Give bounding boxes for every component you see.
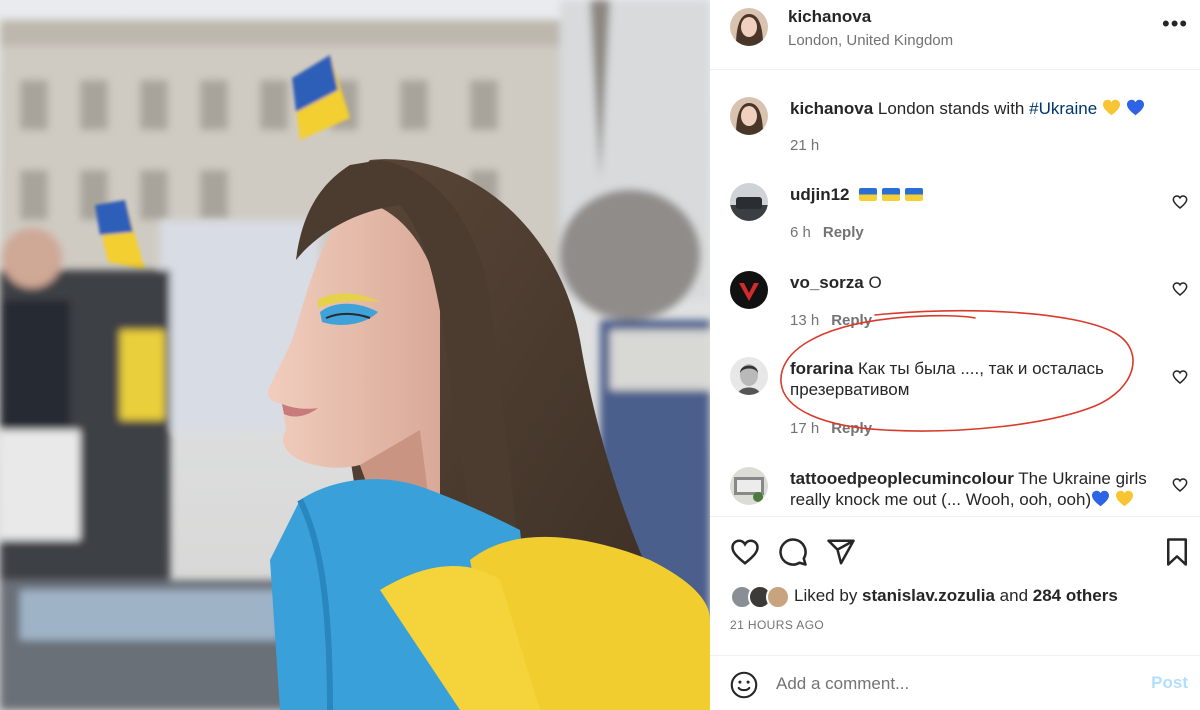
like-comment-heart-icon[interactable] [1172,281,1188,297]
liker-username[interactable]: stanislav.zozulia [862,586,995,605]
comment-meta: 6 h Reply [790,224,864,241]
post-sidebar: kichanova London, United Kingdom ••• kic… [710,0,1200,710]
likes-others-link[interactable]: 284 others [1033,586,1118,605]
photo-image [0,0,710,710]
post-location[interactable]: London, United Kingdom [788,32,953,49]
commenter-avatar[interactable] [730,183,768,221]
reply-button[interactable]: Reply [831,420,872,437]
comment-body: О [868,273,882,292]
caption-body: London stands with [877,99,1030,118]
reply-button[interactable]: Reply [831,312,872,329]
comment-item: forarina Как ты была ...., так и осталас… [710,355,1200,445]
post-header: kichanova London, United Kingdom ••• [710,0,1200,70]
like-heart-icon[interactable] [730,537,760,567]
comments-list[interactable]: kichanova London stands with #Ukraine 21… [710,71,1200,516]
comment-item: udjin12 6 h Reply [710,179,1200,259]
liker-avatar [766,585,790,609]
post-photo[interactable] [0,0,710,710]
post-timestamp[interactable]: 21 HOURS AGO [730,618,824,632]
post-actions: Liked by stanislav.zozulia and 284 other… [710,516,1200,710]
yellow-heart-icon [1102,99,1120,116]
more-horizontal-icon[interactable]: ••• [1162,13,1187,40]
add-comment-input[interactable] [776,670,1126,698]
author-avatar[interactable] [730,8,768,46]
likes-summary: Liked by stanislav.zozulia and 284 other… [794,586,1118,605]
caption-text: kichanova London stands with #Ukraine [790,98,1150,119]
comment-text: forarina Как ты была ...., так и осталас… [790,358,1150,400]
caption-username[interactable]: kichanova [790,99,873,118]
ukraine-flag-icon [859,188,878,201]
commenter-avatar[interactable] [730,357,768,395]
commenter-username[interactable]: udjin12 [790,185,850,204]
comment-text: vo_sorza О [790,272,1150,293]
comment-bubble-icon[interactable] [778,537,808,567]
like-comment-heart-icon[interactable] [1172,477,1188,493]
comment-text: udjin12 [790,184,1150,205]
comment-item: vo_sorza О 13 h Reply [710,267,1200,347]
comment-text: tattooedpeoplecumincolour The Ukraine gi… [790,468,1150,510]
comment-meta: 17 h Reply [790,420,872,437]
commenter-username[interactable]: tattooedpeoplecumincolour [790,469,1014,488]
commenter-avatar[interactable] [730,271,768,309]
caption: kichanova London stands with #Ukraine 21… [710,71,1200,159]
emoji-smiley-icon[interactable] [730,671,758,699]
commenter-avatar[interactable] [730,467,768,505]
blue-heart-icon [1092,490,1110,507]
liked-by-avatars[interactable] [730,585,792,609]
commenter-username[interactable]: vo_sorza [790,273,864,292]
comment-time: 6 h [790,224,811,241]
like-comment-heart-icon[interactable] [1172,369,1188,385]
comment-meta: 13 h Reply [790,312,872,329]
comment-time: 17 h [790,420,820,437]
like-comment-heart-icon[interactable] [1172,194,1188,210]
post-comment-button[interactable]: Post [1151,673,1188,693]
blue-heart-icon [1126,99,1144,116]
hashtag-link[interactable]: #Ukraine [1029,99,1097,118]
commenter-username[interactable]: forarina [790,359,853,378]
yellow-heart-icon [1115,490,1133,507]
caption-time: 21 h [790,137,820,154]
share-paper-plane-icon[interactable] [826,537,856,567]
ukraine-flag-icon [882,188,901,201]
caption-avatar[interactable] [730,97,768,135]
comment-time: 13 h [790,312,820,329]
comment-item: tattooedpeoplecumincolour The Ukraine gi… [710,463,1200,516]
reply-button[interactable]: Reply [823,224,864,241]
bookmark-icon[interactable] [1162,537,1192,567]
add-comment-bar: Post [710,655,1200,710]
author-username[interactable]: kichanova [788,7,871,27]
ukraine-flag-icon [905,188,924,201]
